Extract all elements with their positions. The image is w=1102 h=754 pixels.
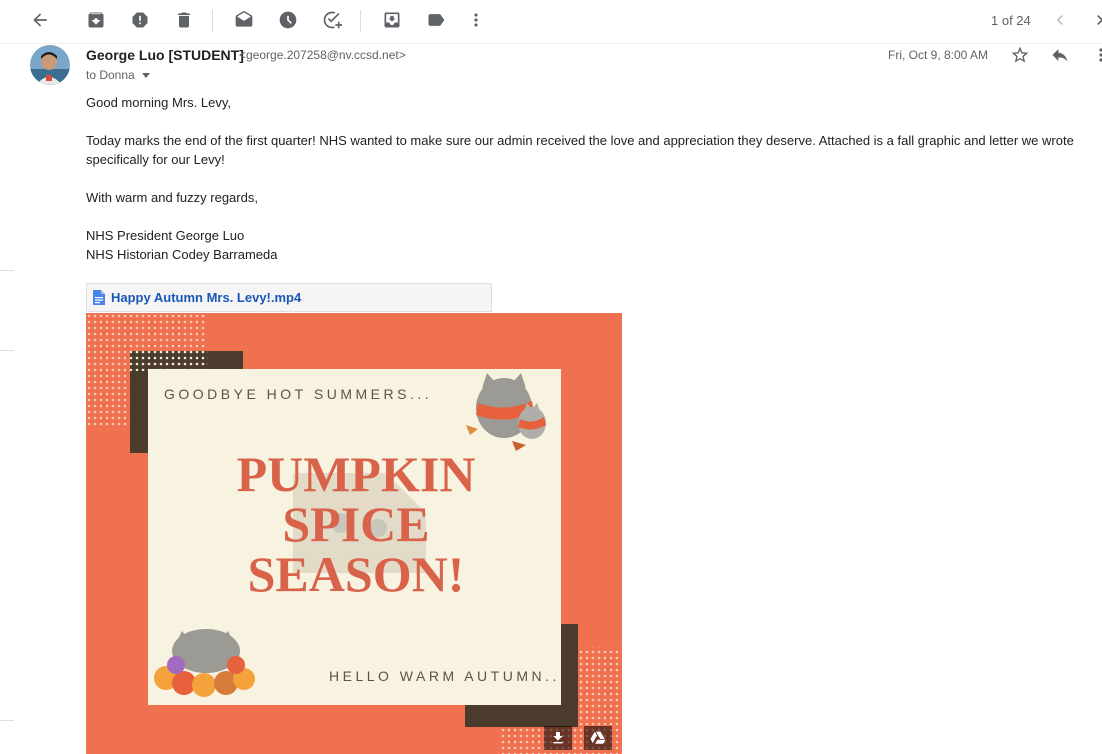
attachment-file-name[interactable]: Happy Autumn Mrs. Levy!.mp4	[111, 290, 301, 305]
move-to-icon[interactable]	[380, 8, 404, 32]
recipient-label: to Donna	[86, 68, 135, 82]
chevron-right-icon[interactable]	[1088, 8, 1102, 32]
reply-icon[interactable]	[1049, 44, 1071, 66]
left-divider	[0, 270, 14, 271]
left-divider	[0, 720, 14, 721]
graphic-top-text: GOODBYE HOT SUMMERS...	[164, 386, 432, 402]
recipients-toggle[interactable]: to Donna	[86, 68, 151, 82]
download-icon[interactable]	[544, 726, 572, 750]
file-icon	[93, 290, 105, 305]
mark-unread-icon[interactable]	[232, 8, 256, 32]
greeting: Good morning Mrs. Levy,	[86, 95, 231, 110]
body-paragraph: Today marks the end of the first quarter…	[86, 133, 1074, 167]
message-body: Good morning Mrs. Levy, Today marks the …	[86, 93, 1086, 264]
snooze-icon[interactable]	[276, 8, 300, 32]
back-arrow-icon[interactable]	[28, 8, 52, 32]
toolbar-divider	[360, 10, 361, 32]
more-vert-icon[interactable]	[464, 8, 488, 32]
message-date: Fri, Oct 9, 8:00 AM	[888, 48, 989, 62]
archive-icon[interactable]	[84, 8, 108, 32]
dropdown-arrow-icon	[141, 73, 150, 78]
report-spam-icon[interactable]	[128, 8, 152, 32]
signature-line: NHS Historian Codey Barrameda	[86, 247, 278, 262]
save-to-drive-icon[interactable]	[584, 726, 612, 750]
left-divider	[0, 350, 14, 351]
attachment-title-bar[interactable]: Happy Autumn Mrs. Levy!.mp4	[86, 283, 492, 312]
avatar[interactable]	[30, 45, 70, 85]
sender-email: <george.207258@nv.ccsd.net>	[239, 48, 406, 62]
closing: With warm and fuzzy regards,	[86, 190, 258, 205]
add-task-icon[interactable]	[320, 8, 344, 32]
star-icon[interactable]	[1009, 44, 1031, 66]
graphic-bottom-text: HELLO WARM AUTUMN...	[329, 668, 567, 684]
sender-name[interactable]: George Luo [STUDENT]	[86, 47, 244, 63]
graphic-title-line: SPICE	[282, 496, 429, 552]
message-toolbar: 1 of 24	[0, 0, 1102, 44]
attachment-preview[interactable]: GOODBYE HOT SUMMERS... PUMPKIN SPICE SEA…	[86, 313, 622, 754]
toolbar-divider	[212, 10, 213, 32]
label-icon[interactable]	[424, 8, 448, 32]
chevron-left-icon[interactable]	[1048, 8, 1072, 32]
graphic-title-line: SEASON!	[248, 546, 465, 602]
more-options-icon[interactable]	[1090, 44, 1102, 66]
message-count: 1 of 24	[991, 13, 1031, 28]
delete-icon[interactable]	[172, 8, 196, 32]
graphic-title-line: PUMPKIN	[237, 446, 476, 502]
signature-line: NHS President George Luo	[86, 228, 245, 243]
